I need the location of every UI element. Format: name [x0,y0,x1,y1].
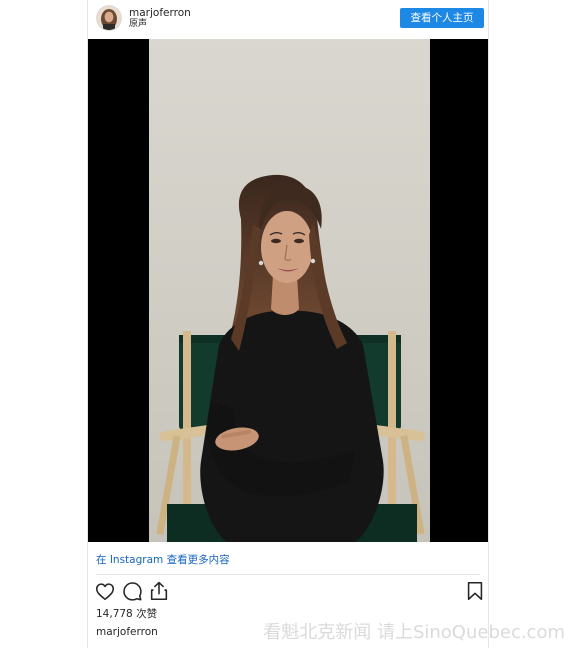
likes-count[interactable]: 14,778 次赞 [96,606,157,621]
likes-suffix: 次赞 [136,608,158,620]
avatar[interactable] [97,6,121,30]
avatar-image [97,6,121,30]
audio-label[interactable]: 原声 [129,19,147,30]
view-profile-button[interactable]: 查看个人主页 [400,8,484,28]
instagram-embed-card: marjoferron 原声 查看个人主页 在 Instagram 查看更多内容… [87,0,489,648]
likes-number: 14,778 [96,608,133,620]
video-frame [149,39,430,542]
caption-username[interactable]: marjoferron [96,626,158,638]
video-player[interactable] [88,39,488,542]
divider [96,574,480,575]
post-header: marjoferron 原声 查看个人主页 [88,0,488,38]
video-still [149,39,430,542]
heart-icon[interactable] [94,580,116,602]
post-actions [88,580,488,604]
comment-icon[interactable] [121,580,143,602]
view-more-on-instagram-link[interactable]: 在 Instagram 查看更多内容 [96,552,230,567]
bookmark-icon[interactable] [464,580,486,602]
share-icon[interactable] [148,580,170,602]
watermark: 看魁北克新闻 请上SinoQuebec.com [263,622,565,643]
username[interactable]: marjoferron [129,7,191,19]
